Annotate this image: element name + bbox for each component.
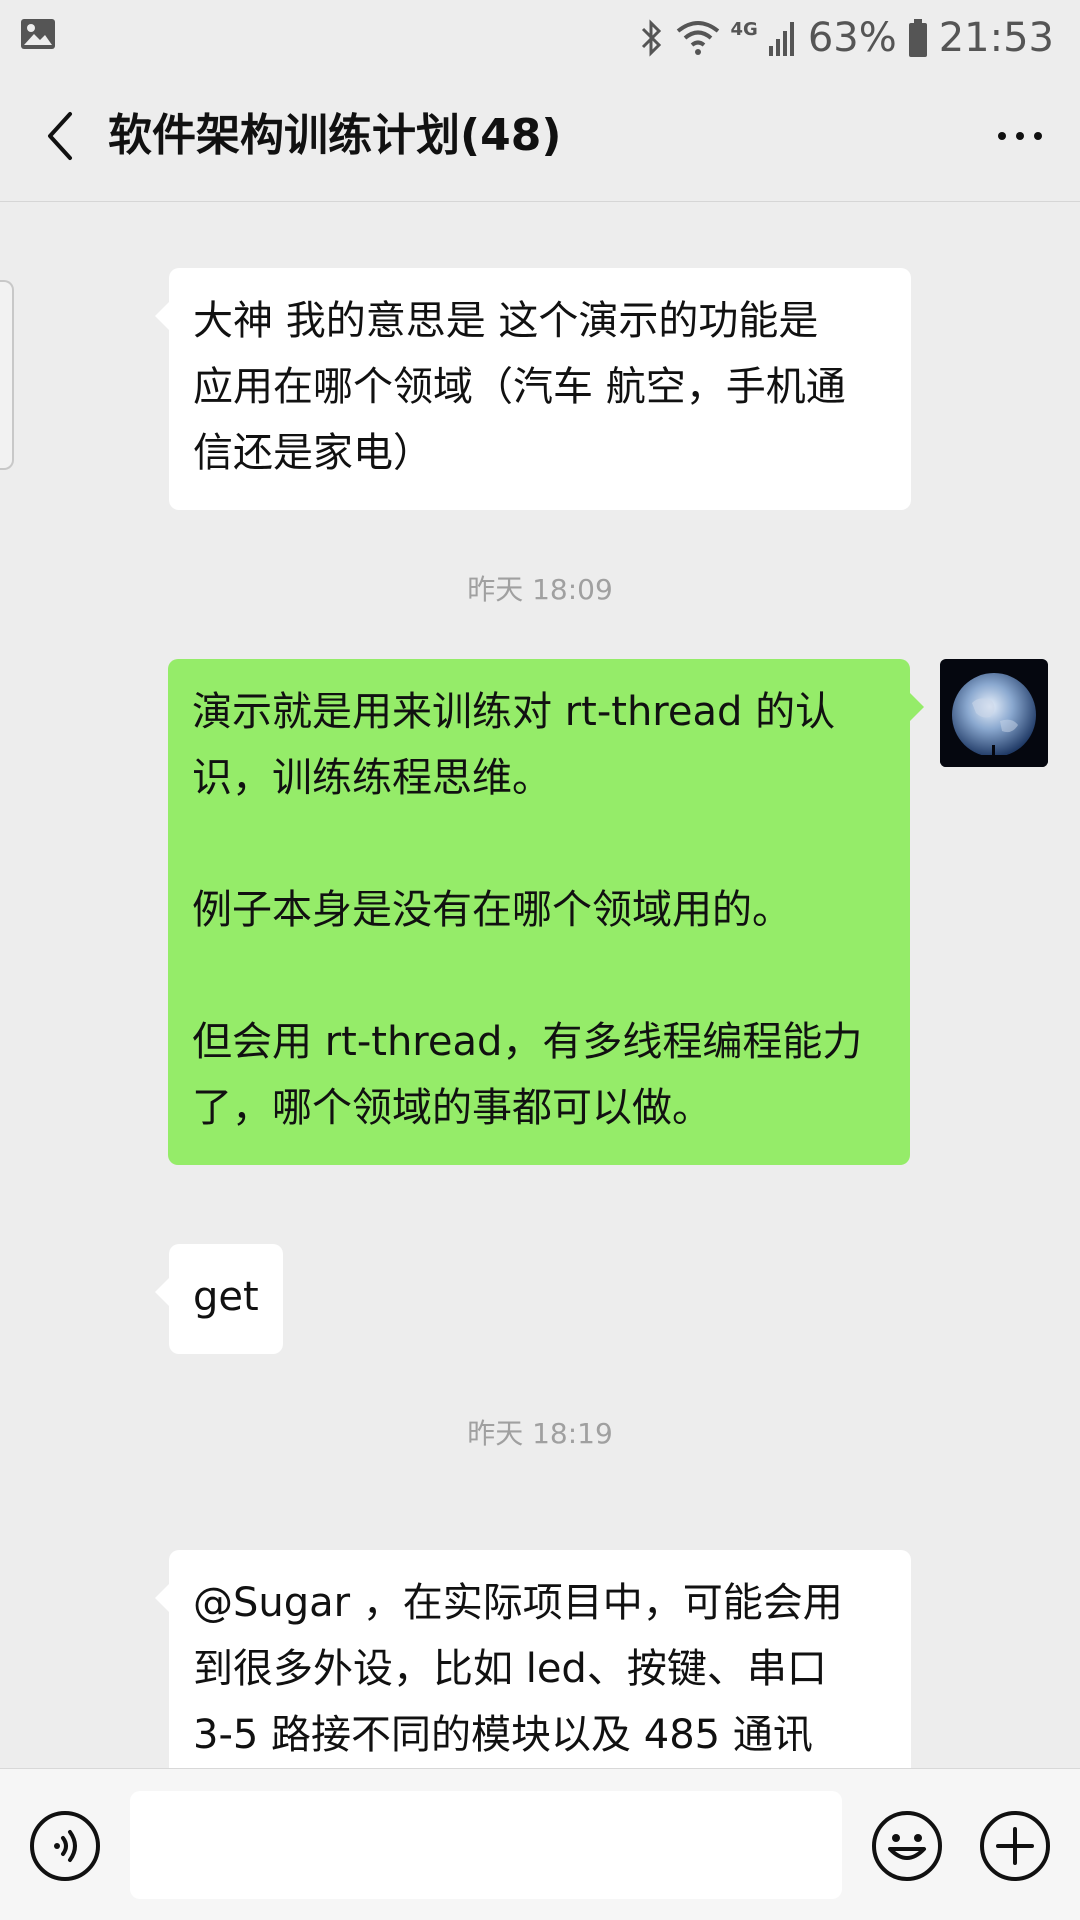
avatar[interactable] [940,659,1048,767]
bluetooth-icon [641,19,661,57]
emoji-icon[interactable] [870,1809,944,1883]
image-icon [21,19,55,49]
input-toolbar [0,1768,1080,1920]
message-line: 3-5 路接不同的模块以及 485 通讯等、 [193,1712,813,1758]
more-dots-icon[interactable] [988,104,1052,168]
status-icons: 4G 63% 21:53 [637,10,1054,66]
plus-icon[interactable] [978,1809,1052,1883]
message-line: 但会用 rt-thread，有多线程编程能力 [192,1019,863,1065]
outgoing-message[interactable]: 演示就是用来训练对 rt-thread 的认 识，训练练程思维。 例子本身是没有… [168,659,924,1165]
status-bar: 4G 63% 21:53 [0,0,1080,74]
signal-icon [768,22,794,56]
message-line: 到很多外设，比如 led、按键、串口 [193,1646,827,1692]
side-panel-handle[interactable] [0,280,14,470]
message-line: 例子本身是没有在哪个领域用的。 [192,887,792,933]
timestamp: 昨天 18:19 [467,1417,613,1450]
back-arrow-icon[interactable] [30,104,94,168]
message-line: @Sugar ，在实际项目中，可能会用 [193,1580,843,1626]
message-line: 应用在哪个领域（汽车 航空，手机通 [193,364,846,410]
chat-title: 软件架构训练计划(48) [108,110,562,161]
clock: 21:53 [938,15,1054,61]
timestamp: 昨天 18:09 [467,573,613,606]
message-line: 大神 我的意思是 这个演示的功能是 [193,298,819,344]
message-line: get [193,1274,259,1320]
chat-header: 软件架构训练计划(48) [0,74,1080,202]
message-line: 演示就是用来训练对 rt-thread 的认 [192,689,836,735]
voice-icon[interactable] [28,1809,102,1883]
message-list[interactable]: 大神 我的意思是 这个演示的功能是 应用在哪个领域（汽车 航空，手机通 信还是家… [0,202,1080,1768]
network-type-label: 4G [730,18,758,40]
message-line: 识，训练练程思维。 [192,755,552,801]
incoming-message[interactable]: @Sugar ，在实际项目中，可能会用 到很多外设，比如 led、按键、串口 3… [155,1550,911,1768]
incoming-message[interactable]: get [155,1244,283,1354]
message-line: 了，哪个领域的事都可以做。 [192,1085,712,1131]
message-line: 信还是家电） [193,430,433,476]
incoming-message[interactable]: 大神 我的意思是 这个演示的功能是 应用在哪个领域（汽车 航空，手机通 信还是家… [155,268,911,510]
wifi-icon [676,21,719,55]
battery-icon [908,19,927,57]
message-input[interactable] [130,1791,842,1899]
battery-percent: 63% [807,15,897,61]
